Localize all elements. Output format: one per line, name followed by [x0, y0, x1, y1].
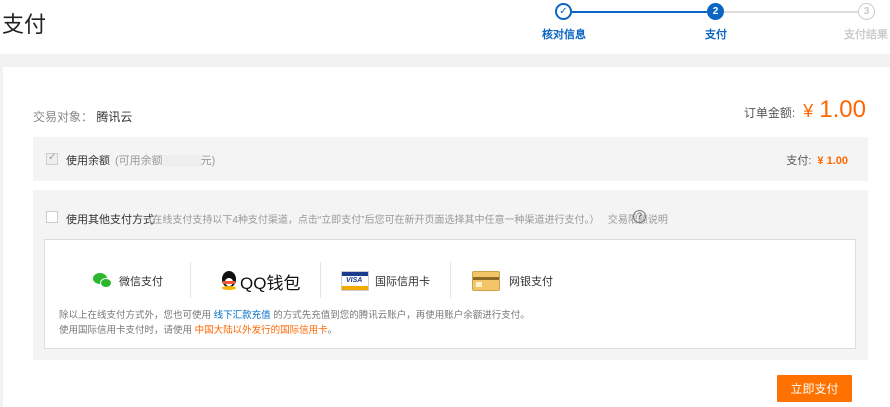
other-methods-description: (在线支付支持以下4种支付渠道，点击“立即支付”后您可在新开页面选择其中任意一种… — [149, 211, 668, 226]
note2-prefix: 使用国际信用卡支付时，请使用 — [59, 325, 195, 336]
balance-masked — [162, 155, 201, 168]
balance-section: 使用余额 (可用余额 元) 支付: ¥ 1.00 — [33, 137, 868, 181]
method-qq-name: QQ钱包 — [240, 273, 301, 293]
divider — [320, 262, 321, 298]
other-methods-section: 使用其他支付方式 (在线支付支持以下4种支付渠道，点击“立即支付”后您可在新开页… — [33, 190, 868, 360]
step-2-circle: 2 — [707, 3, 724, 20]
use-balance-checkbox[interactable] — [46, 152, 58, 165]
balance-pay-label: 支付: — [786, 155, 812, 167]
other-methods-desc-text: (在线支付支持以下4种支付渠道，点击“立即支付”后您可在新开页面选择其中任意一种… — [149, 215, 600, 226]
step-line-pending — [724, 11, 858, 13]
note1-prefix: 除以上在线支付方式外，您也可使用 — [59, 310, 214, 321]
top-header: 支付 ✓ 核对信息 2 支付 3 支付结果 — [0, 0, 890, 54]
payment-methods-box: 微信支付 QQ钱包 VISA 国际信用卡 网银支付 除以上在线支付方式外，您也可… — [44, 239, 856, 349]
offline-recharge-note: 除以上在线支付方式外，您也可使用 线下汇款充值 的方式先充值到您的腾讯云账户，再… — [59, 307, 530, 321]
available-suffix: 元) — [200, 155, 216, 167]
use-balance-label[interactable]: 使用余额 — [66, 152, 110, 168]
trade-target-value: 腾讯云 — [96, 110, 133, 124]
method-bank: 网银支付 — [472, 264, 553, 298]
pay-now-button[interactable]: 立即支付 — [777, 375, 852, 402]
method-wechat-name: 微信支付 — [119, 276, 163, 288]
note1-suffix: 的方式先充值到您的腾讯云账户，再使用账户余额进行支付。 — [270, 310, 530, 321]
intl-card-warning: 中国大陆以外发行的国际信用卡 — [194, 325, 328, 336]
method-intl-card: VISA 国际信用卡 — [341, 264, 430, 298]
note2-suffix: 。 — [327, 325, 338, 336]
step-line-done — [572, 11, 707, 13]
other-methods-label[interactable]: 使用其他支付方式 — [66, 211, 154, 227]
order-amount-value: 1.00 — [819, 96, 866, 123]
divider — [190, 262, 191, 298]
divider — [450, 262, 451, 298]
intl-card-note: 使用国际信用卡支付时，请使用 中国大陆以外发行的国际信用卡。 — [59, 322, 337, 336]
step-1-check-icon: ✓ — [555, 3, 572, 20]
step-1-label: 核对信息 — [542, 29, 586, 41]
method-wechat: 微信支付 — [93, 264, 163, 298]
step-2-label: 支付 — [705, 29, 727, 41]
order-amount: 订单金额: ¥ 1.00 — [744, 96, 866, 124]
step-3-circle: 3 — [858, 3, 875, 20]
balance-pay: 支付: ¥ 1.00 — [786, 152, 848, 168]
method-intl-card-name: 国际信用卡 — [375, 276, 430, 288]
balance-pay-amount: ¥ 1.00 — [817, 155, 848, 167]
available-balance: (可用余额 元) — [115, 152, 215, 168]
available-prefix: (可用余额 — [115, 155, 163, 167]
method-qq-wallet: QQ钱包 — [220, 264, 300, 298]
trade-target-label: 交易对象： — [33, 110, 94, 124]
help-icon[interactable]: ? — [633, 210, 646, 223]
order-amount-label: 订单金额: — [743, 106, 796, 120]
qq-wallet-icon — [220, 271, 238, 291]
offline-recharge-link[interactable]: 线下汇款充值 — [214, 310, 271, 321]
bank-card-icon — [472, 271, 500, 291]
currency-symbol: ¥ — [803, 101, 814, 121]
trade-target: 交易对象： 腾讯云 — [33, 108, 132, 125]
progress-steps: ✓ 核对信息 2 支付 3 支付结果 — [0, 0, 890, 54]
method-bank-name: 网银支付 — [509, 276, 553, 288]
visa-card-icon: VISA — [341, 271, 369, 291]
use-other-methods-checkbox[interactable] — [46, 211, 58, 223]
wechat-icon — [93, 273, 113, 289]
step-3-label: 支付结果 — [844, 29, 888, 41]
